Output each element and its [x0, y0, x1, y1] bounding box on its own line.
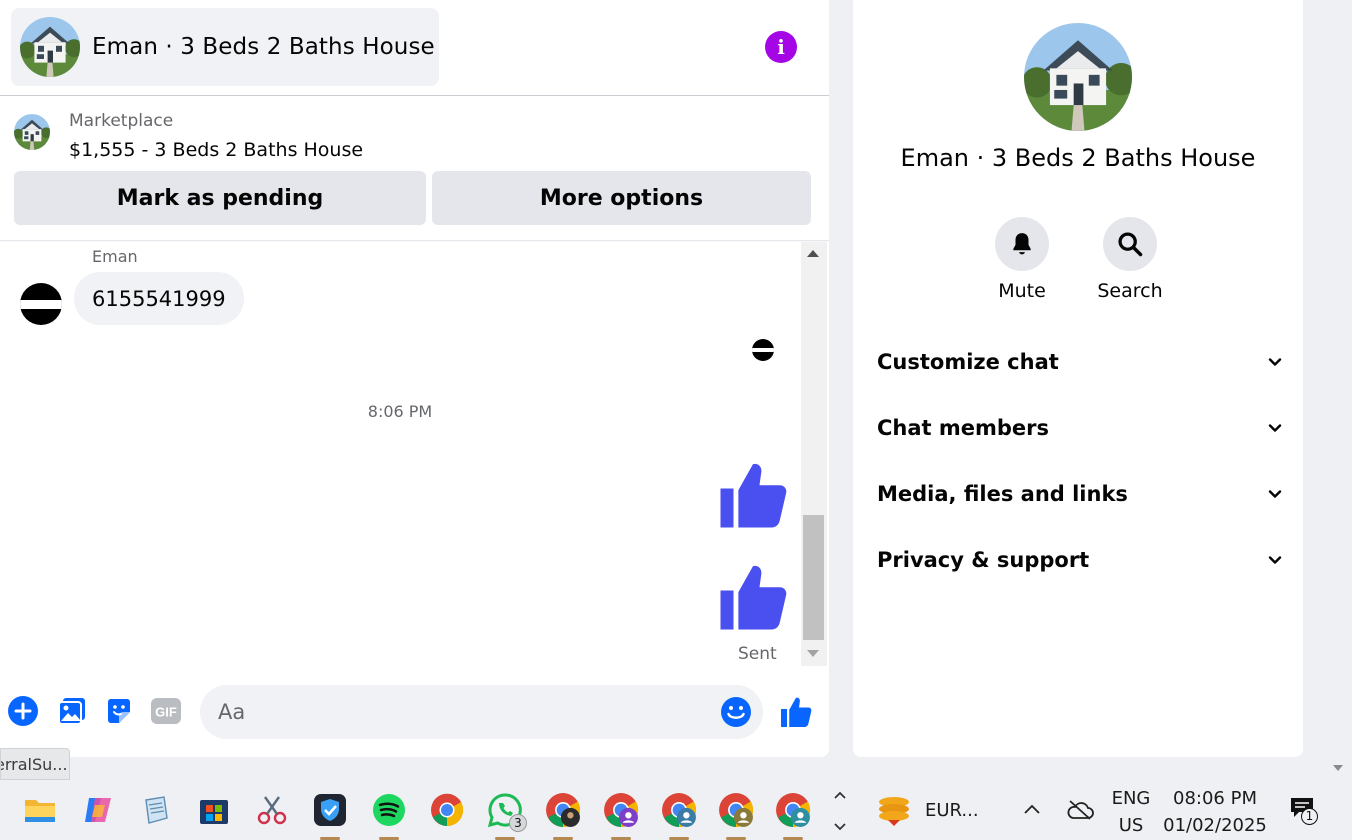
chevron-down-icon	[1268, 556, 1282, 564]
file-explorer-icon[interactable]	[22, 792, 58, 828]
message-timestamp: 8:06 PM	[367, 402, 433, 421]
section-shadow	[0, 240, 829, 242]
marketplace-label: Marketplace	[69, 111, 174, 131]
windows-taskbar: 3 EUR... ENG US 08:06 PM 01/02/2025 1	[0, 780, 1352, 840]
details-title: Eman · 3 Beds 2 Baths House	[900, 144, 1256, 172]
whatsapp-icon[interactable]: 3	[487, 792, 527, 840]
chat-title: Eman · 3 Beds 2 Baths House	[92, 34, 435, 60]
message-input[interactable]: Aa	[200, 685, 763, 739]
whatsapp-badge: 3	[509, 814, 527, 832]
received-message[interactable]: 6155541999	[74, 272, 244, 325]
like-thumbs-up-icon[interactable]	[778, 694, 814, 730]
clock-date[interactable]: 01/02/2025	[1160, 815, 1270, 836]
message-input-placeholder: Aa	[218, 700, 246, 724]
listing-thumbnail[interactable]	[14, 114, 50, 150]
listing-title[interactable]: $1,555 - 3 Beds 2 Baths House	[69, 139, 363, 161]
listing-avatar	[20, 17, 80, 77]
vpn-shield-icon[interactable]	[312, 792, 348, 840]
notification-count-badge: 1	[1301, 808, 1318, 825]
privacy-support-section[interactable]: Privacy & support	[877, 536, 1283, 584]
chat-details-panel: Eman · 3 Beds 2 Baths House Mute Search …	[853, 0, 1303, 757]
details-avatar[interactable]	[1024, 23, 1132, 131]
scroll-down-arrow-icon[interactable]	[807, 650, 819, 657]
chevron-down-icon	[1268, 424, 1282, 432]
emoji-icon[interactable]	[720, 696, 752, 728]
header-divider	[0, 95, 829, 96]
mark-as-pending-button[interactable]: Mark as pending	[14, 171, 426, 225]
notification-center-button[interactable]: 1	[1290, 797, 1326, 833]
chrome-profile-icon[interactable]	[603, 792, 639, 840]
sender-name: Eman	[92, 247, 138, 266]
onedrive-cloud-icon[interactable]	[1066, 798, 1094, 822]
notepad-icon[interactable]	[138, 792, 174, 828]
search-button[interactable]	[1103, 217, 1157, 271]
section-label: Privacy & support	[877, 548, 1090, 572]
sticker-icon[interactable]	[103, 695, 135, 727]
chrome-profile-icon[interactable]	[718, 792, 754, 840]
gif-icon[interactable]: GIF	[150, 695, 182, 727]
chat-panel: Eman · 3 Beds 2 Baths House i Marketplac…	[0, 0, 829, 757]
bell-icon	[1013, 233, 1031, 255]
copilot-icon[interactable]	[80, 792, 116, 828]
mute-button[interactable]	[995, 217, 1049, 271]
thumbs-up-message-icon[interactable]	[714, 558, 792, 636]
add-plus-icon[interactable]	[7, 695, 39, 727]
scrollbar-thumb[interactable]	[803, 515, 824, 640]
chat-members-section[interactable]: Chat members	[877, 404, 1283, 452]
section-label: Chat members	[877, 416, 1050, 440]
spotify-icon[interactable]	[371, 792, 407, 840]
gif-label: GIF	[155, 705, 177, 720]
photo-icon[interactable]	[56, 695, 88, 727]
section-label: Customize chat	[877, 350, 1059, 374]
chat-header[interactable]: Eman · 3 Beds 2 Baths House	[11, 8, 439, 86]
currency-coins-icon[interactable]	[876, 794, 912, 828]
chevron-down-icon	[1268, 490, 1282, 498]
info-icon[interactable]: i	[765, 31, 797, 63]
thumbs-up-message-icon[interactable]	[714, 456, 792, 534]
microsoft-store-icon[interactable]	[196, 792, 232, 828]
tray-app-label[interactable]: EUR...	[925, 800, 985, 821]
read-receipt-avatar	[752, 339, 774, 361]
status-bar-url: erralSu...	[0, 748, 70, 780]
chrome-profile-icon[interactable]	[545, 792, 581, 840]
customize-chat-section[interactable]: Customize chat	[877, 338, 1283, 386]
search-icon	[1118, 232, 1143, 257]
language-indicator[interactable]: ENG	[1106, 788, 1156, 809]
mute-label: Mute	[998, 280, 1046, 302]
sender-avatar[interactable]	[20, 283, 62, 325]
chrome-icon[interactable]	[429, 792, 465, 828]
taskbar-overflow-icon[interactable]	[832, 786, 848, 836]
more-options-button[interactable]: More options	[432, 171, 811, 225]
media-files-links-section[interactable]: Media, files and links	[877, 470, 1283, 518]
search-label: Search	[1097, 280, 1163, 302]
sent-status: Sent	[738, 644, 777, 664]
snipping-tool-icon[interactable]	[254, 792, 290, 828]
chrome-profile-icon[interactable]	[775, 792, 811, 840]
region-indicator[interactable]: US	[1106, 815, 1156, 836]
scroll-up-arrow-icon[interactable]	[807, 250, 819, 257]
show-hidden-icons-icon[interactable]	[1022, 802, 1042, 816]
page-scroll-down-icon[interactable]	[1333, 765, 1343, 771]
clock-time[interactable]: 08:06 PM	[1160, 788, 1270, 809]
chevron-down-icon	[1268, 358, 1282, 366]
chrome-profile-icon[interactable]	[661, 792, 697, 840]
section-label: Media, files and links	[877, 482, 1128, 506]
